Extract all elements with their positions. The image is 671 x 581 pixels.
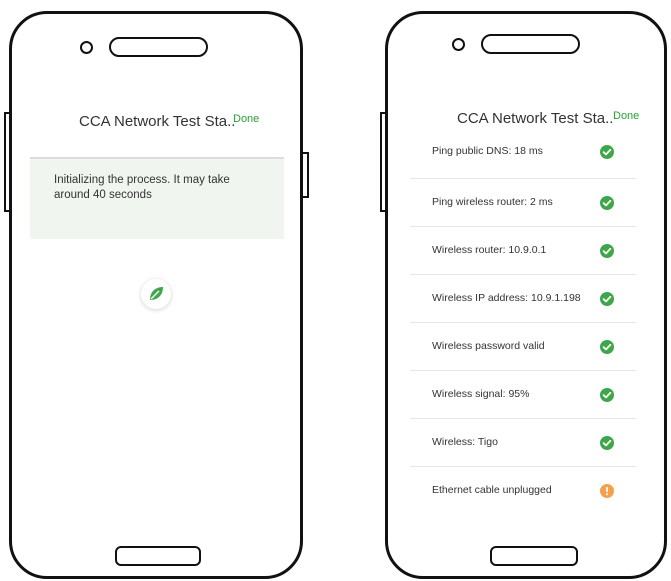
result-row: Wireless password valid [410, 323, 636, 371]
result-label: Wireless signal: 95% [432, 388, 530, 400]
result-row: Wireless IP address: 10.9.1.198 [410, 275, 636, 323]
check-circle-icon [600, 388, 614, 402]
result-row: Wireless router: 10.9.0.1 [410, 227, 636, 275]
right-speaker-icon [481, 34, 580, 54]
result-label: Wireless router: 10.9.0.1 [432, 244, 547, 256]
right-done-button[interactable]: Done [613, 110, 639, 122]
result-label: Wireless: Tigo [432, 436, 498, 448]
check-circle-icon [600, 292, 614, 306]
check-circle-icon [600, 244, 614, 258]
right-home-button[interactable] [490, 546, 578, 566]
result-row: Ping public DNS: 18 ms [410, 131, 636, 179]
result-label: Ping public DNS: 18 ms [432, 145, 543, 157]
result-label: Ethernet cable unplugged [432, 484, 552, 496]
leaf-icon [150, 287, 163, 300]
left-phone-frame: CCA Network Test Sta.. Done Initializing… [9, 11, 303, 579]
left-status-box: Initializing the process. It may take ar… [30, 159, 284, 239]
result-row: Wireless signal: 95% [410, 371, 636, 419]
result-row: Ping wireless router: 2 ms [410, 179, 636, 227]
left-camera-icon [80, 41, 93, 54]
result-label: Wireless password valid [432, 340, 545, 352]
check-circle-icon [600, 340, 614, 354]
result-label: Ping wireless router: 2 ms [432, 196, 553, 208]
result-row: Wireless: Tigo [410, 419, 636, 467]
result-label: Wireless IP address: 10.9.1.198 [432, 292, 581, 304]
right-camera-icon [452, 38, 465, 51]
left-loading-indicator [141, 279, 171, 309]
left-page-title: CCA Network Test Sta.. [79, 113, 236, 130]
check-circle-icon [600, 145, 614, 159]
check-circle-icon [600, 436, 614, 450]
right-page-title: CCA Network Test Sta.. [457, 110, 614, 127]
left-speaker-icon [109, 37, 208, 57]
left-home-button[interactable] [115, 546, 201, 566]
left-done-button[interactable]: Done [233, 113, 259, 125]
left-status-message: Initializing the process. It may take ar… [54, 174, 230, 201]
result-row: Ethernet cable unplugged [410, 467, 636, 515]
warning-circle-icon [600, 484, 614, 498]
check-circle-icon [600, 196, 614, 210]
